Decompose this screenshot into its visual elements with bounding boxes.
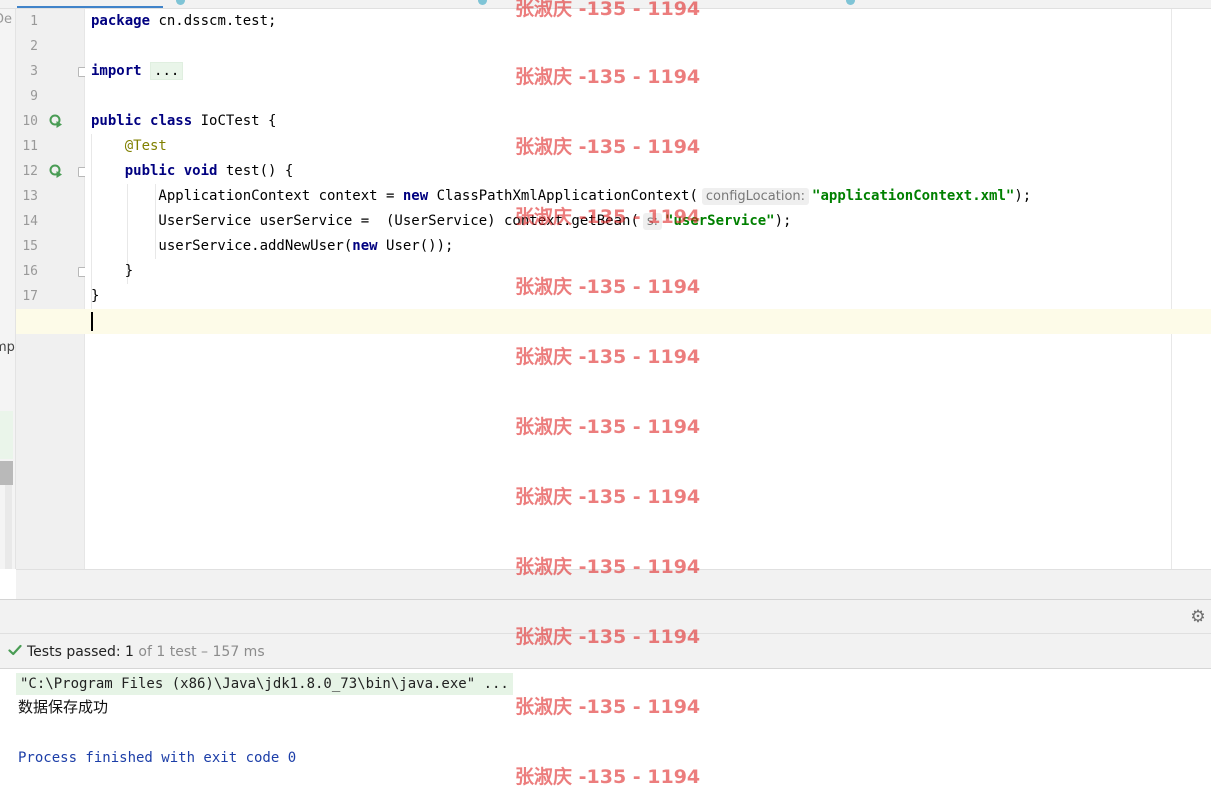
code-token: }: [91, 263, 134, 279]
line-number: 12: [22, 164, 38, 179]
code-line: @Test: [91, 134, 167, 159]
console-command-line[interactable]: "C:\Program Files (x86)\Java\jdk1.8.0_73…: [16, 673, 513, 695]
console-exit-message: Process finished with exit code 0: [18, 750, 297, 766]
run-test-icon[interactable]: [49, 164, 63, 178]
code-token: void: [183, 163, 218, 179]
text-caret: [91, 312, 93, 331]
console-output-line: 数据保存成功: [18, 698, 109, 716]
line-number: 10: [22, 114, 38, 129]
line-number: 15: [22, 239, 38, 254]
code-token: public: [91, 113, 142, 129]
tests-passed-count: 1: [125, 644, 134, 660]
code-token: test() {: [217, 163, 294, 179]
line-number-gutter: 1239101112131415161718: [16, 9, 88, 569]
code-token: cn.dsscm.test;: [150, 13, 277, 29]
check-icon: [8, 644, 22, 656]
current-line-highlight: [16, 309, 1211, 334]
folded-imports[interactable]: ...: [150, 62, 184, 80]
tests-passed-detail: of 1 test – 157 ms: [138, 644, 265, 660]
code-token: }: [91, 288, 100, 304]
code-token: User());: [377, 238, 454, 254]
code-token: );: [774, 213, 792, 229]
parameter-hint: s:: [642, 213, 663, 230]
editor-horizontal-scroll-area: [16, 569, 1211, 599]
code-token: @Test: [124, 138, 167, 154]
test-status-bar: Tests passed: 1 of 1 test – 157 ms: [0, 633, 1211, 669]
line-number: 9: [30, 89, 38, 104]
line-number: 17: [22, 289, 38, 304]
project-tree-selection: [0, 411, 13, 459]
code-token: ApplicationContext context =: [91, 188, 403, 204]
line-number: 2: [30, 39, 38, 54]
run-tool-window-header: ⚙: [0, 599, 1211, 633]
line-number: 13: [22, 189, 38, 204]
line-number: 1: [30, 14, 38, 29]
project-tree-fragment: mp: [0, 340, 15, 355]
code-token: );: [1014, 188, 1032, 204]
code-line: package cn.dsscm.test;: [91, 9, 276, 34]
test-status-text: Tests passed: 1 of 1 test – 157 ms: [27, 643, 265, 661]
line-number: 3: [30, 64, 38, 79]
project-tree-scrollbar[interactable]: [0, 461, 13, 485]
code-token: package: [91, 13, 151, 29]
line-number: 11: [22, 139, 38, 154]
parameter-hint: configLocation:: [701, 188, 810, 205]
code-editor[interactable]: [85, 9, 1171, 569]
code-line: public void test() {: [91, 159, 294, 184]
class-file-icon: [478, 0, 487, 5]
tests-passed-label: Tests passed:: [27, 644, 121, 660]
code-token: "userService": [665, 213, 775, 229]
code-line: import ...: [91, 59, 184, 84]
editor-right-margin: [1171, 9, 1211, 569]
code-token: "applicationContext.xml": [812, 188, 1015, 204]
code-line: UserService userService = (UserService) …: [91, 209, 791, 234]
code-token: new: [402, 188, 429, 204]
line-number: 16: [22, 264, 38, 279]
gear-icon[interactable]: ⚙: [1189, 608, 1207, 626]
line-number: 14: [22, 214, 38, 229]
project-panel-edge: De mp: [0, 9, 16, 569]
class-file-icon: [846, 0, 855, 5]
code-token: ClassPathXmlApplicationContext(: [428, 188, 698, 204]
code-token: userService.addNewUser(: [91, 238, 353, 254]
code-token: UserService userService = (UserService) …: [91, 213, 639, 229]
run-test-icon[interactable]: [49, 114, 63, 128]
code-token: public: [124, 163, 176, 179]
code-line: public class IoCTest {: [91, 109, 276, 134]
code-line: ApplicationContext context = new ClassPa…: [91, 184, 1031, 209]
run-console[interactable]: "C:\Program Files (x86)\Java\jdk1.8.0_73…: [0, 670, 1211, 807]
code-token: class: [150, 113, 193, 129]
code-line: }: [91, 259, 133, 284]
code-line: userService.addNewUser(new User());: [91, 234, 453, 259]
code-token: IoCTest {: [192, 113, 277, 129]
code-token: new: [352, 238, 378, 254]
vertical-scrollbar[interactable]: [5, 485, 12, 569]
code-line: }: [91, 284, 99, 309]
code-token: import: [91, 63, 142, 79]
class-file-icon: [176, 0, 185, 5]
project-tree-fragment: De: [0, 12, 13, 27]
editor-tab-strip: [0, 0, 1211, 9]
